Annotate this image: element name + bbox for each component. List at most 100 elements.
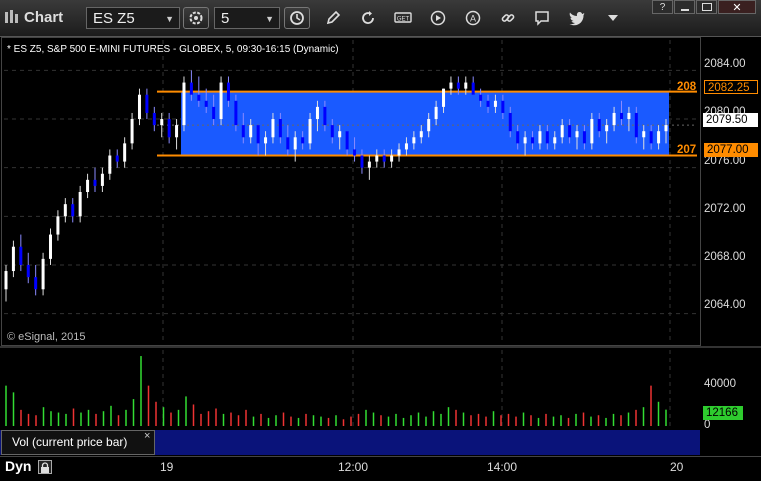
candle-body <box>508 112 512 132</box>
volume-close-icon[interactable]: × <box>144 430 150 442</box>
candle-body <box>412 137 416 144</box>
price-tick: 2064.00 <box>704 299 746 311</box>
candle-body <box>249 125 253 138</box>
candle-body <box>367 161 371 168</box>
candle-body <box>375 155 379 162</box>
candle-body <box>204 100 208 107</box>
candle-body <box>286 137 290 150</box>
candle-body <box>345 131 349 150</box>
last-price-badge: 2079.50 <box>703 113 758 127</box>
price-tick: 2068.00 <box>704 251 746 263</box>
volume-current-badge: 12166 <box>703 406 743 420</box>
candle-body <box>434 106 438 120</box>
lock-icon[interactable] <box>38 460 52 474</box>
candle-body <box>56 216 60 235</box>
candle-body <box>219 82 223 120</box>
time-tick: 14:00 <box>487 460 518 474</box>
candle-body <box>657 131 661 144</box>
candle-body <box>553 137 557 144</box>
candle-body <box>241 125 245 138</box>
candle-body <box>634 112 638 138</box>
candle-body <box>479 94 483 101</box>
time-tick: 19 <box>160 460 174 474</box>
candle-body <box>620 112 624 120</box>
price-chart[interactable] <box>0 0 761 480</box>
candle-body <box>167 119 171 138</box>
candle-body <box>353 149 357 156</box>
candle-body <box>649 131 653 144</box>
candle-body <box>145 94 149 113</box>
candle-body <box>605 125 609 132</box>
candle-body <box>26 264 30 278</box>
price-tick: 2072.00 <box>704 203 746 215</box>
candle-body <box>19 246 23 265</box>
candle-body <box>63 204 67 217</box>
candle-body <box>48 234 52 259</box>
upper-price-badge: 2082.25 <box>704 80 758 94</box>
range-band <box>181 91 669 156</box>
candle-body <box>449 82 453 89</box>
candle-body <box>264 137 268 144</box>
candle-body <box>501 100 505 113</box>
candle-body <box>323 106 327 126</box>
candle-body <box>427 119 431 132</box>
candle-body <box>419 131 423 138</box>
candle-body <box>71 204 75 217</box>
candle-body <box>442 88 446 107</box>
lower-line-label: 207 <box>677 144 697 156</box>
candle-body <box>123 143 127 162</box>
candle-body <box>130 119 134 144</box>
chart-label: * ES Z5, S&P 500 E-MINI FUTURES - GLOBEX… <box>7 44 339 55</box>
candle-body <box>627 112 631 120</box>
upper-line-label: 208 <box>677 81 697 93</box>
candle-body <box>582 131 586 144</box>
volume-legend[interactable]: Vol (current price bar) <box>1 430 155 455</box>
candle-body <box>538 131 542 144</box>
candle-body <box>86 179 90 192</box>
candle-body <box>612 112 616 126</box>
lower-price-badge: 2077.00 <box>704 143 758 157</box>
candle-body <box>486 100 490 107</box>
candle-body <box>360 155 364 168</box>
candle-body <box>226 82 230 101</box>
dynamic-mode-button[interactable]: Dyn <box>5 458 31 474</box>
candle-body <box>338 131 342 138</box>
candle-body <box>34 277 38 290</box>
candle-body <box>160 119 164 126</box>
candle-body <box>390 155 394 162</box>
time-tick: 20 <box>670 460 684 474</box>
candle-body <box>597 119 601 132</box>
price-tick: 2084.00 <box>704 58 746 70</box>
candle-body <box>100 173 104 186</box>
candle-body <box>182 82 186 126</box>
candle-body <box>397 149 401 156</box>
candle-body <box>642 131 646 138</box>
candle-body <box>11 246 15 272</box>
candle-body <box>315 106 319 120</box>
candle-body <box>115 155 119 162</box>
candle-body <box>590 119 594 144</box>
candle-body <box>664 125 668 132</box>
candle-body <box>560 125 564 138</box>
candle-body <box>545 131 549 144</box>
candle-body <box>523 137 527 144</box>
time-tick: 12:00 <box>338 460 369 474</box>
candle-body <box>152 112 156 126</box>
candle-body <box>575 131 579 138</box>
candle-body <box>293 137 297 150</box>
time-axis[interactable] <box>0 456 761 481</box>
candle-body <box>41 258 45 290</box>
candle-body <box>93 179 97 186</box>
candle-body <box>308 119 312 144</box>
volume-tick: 0 <box>704 419 711 431</box>
candle-body <box>189 82 193 95</box>
candle-body <box>108 155 112 174</box>
candle-body <box>234 100 238 126</box>
candle-body <box>330 125 334 138</box>
candle-body <box>175 125 179 138</box>
candle-body <box>493 100 497 107</box>
candle-body <box>4 271 8 290</box>
candle-body <box>301 137 305 144</box>
candle-body <box>456 82 460 89</box>
copyright: © eSignal, 2015 <box>7 331 86 343</box>
